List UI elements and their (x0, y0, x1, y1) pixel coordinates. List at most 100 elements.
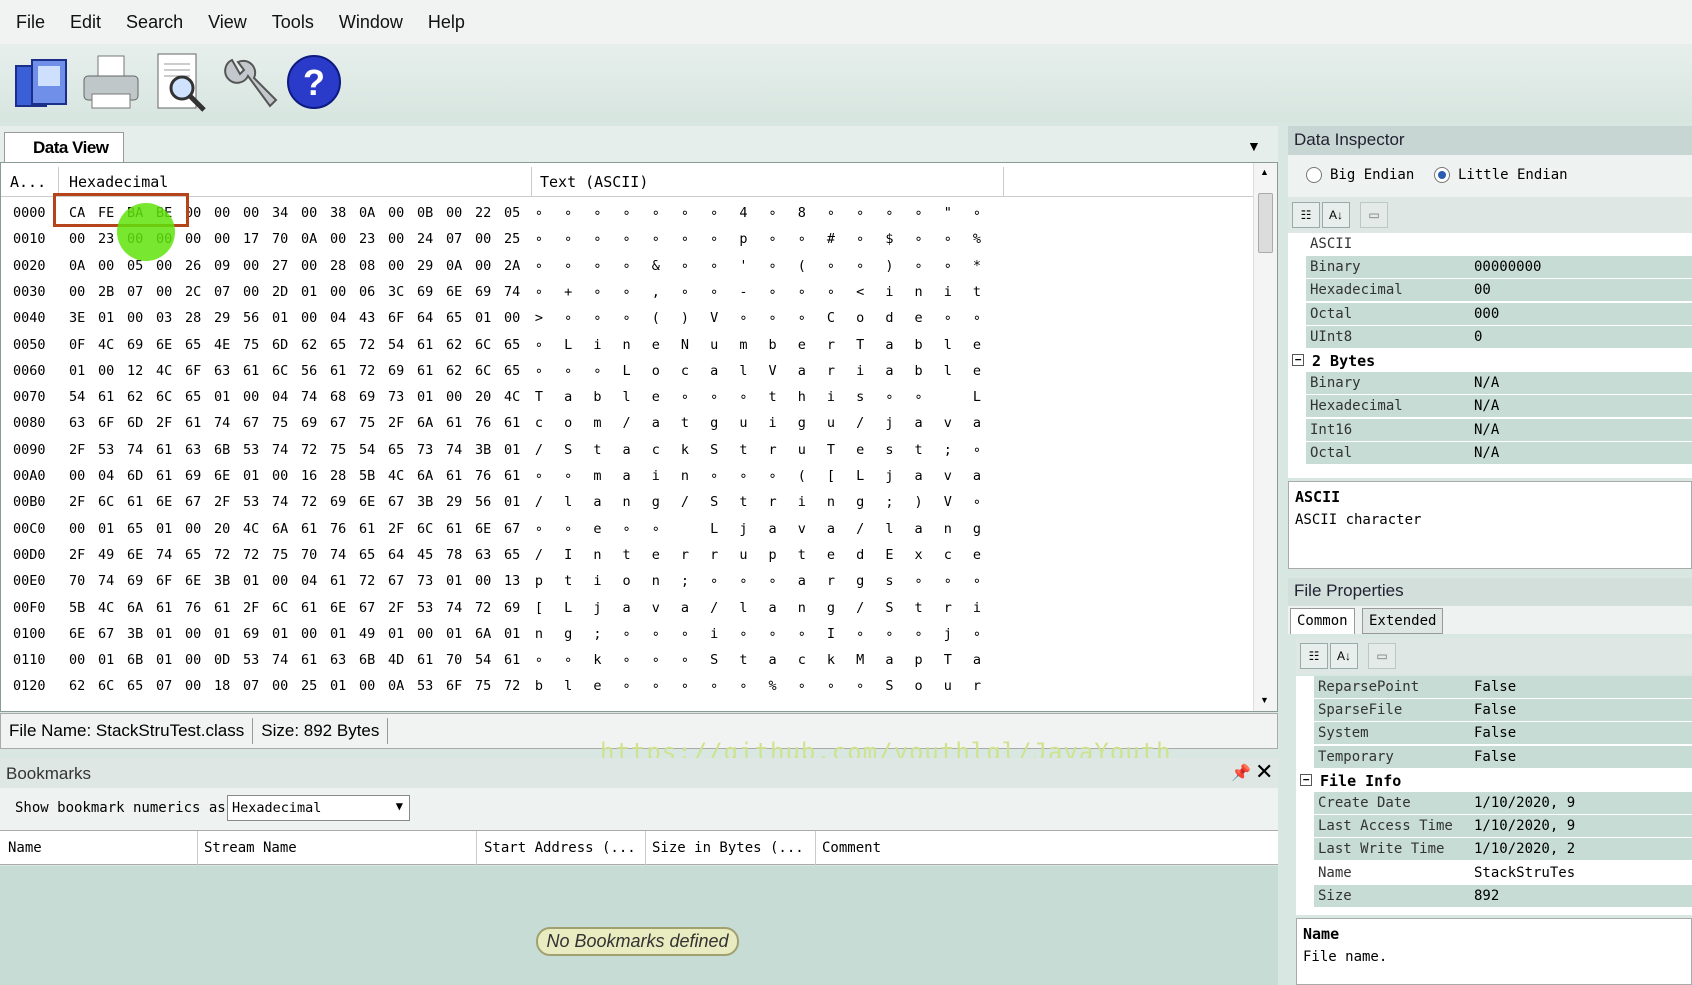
ascii-char[interactable]: 4 (729, 205, 757, 221)
property-row[interactable]: ASCII (1288, 233, 1692, 256)
hex-byte[interactable]: 01 (156, 626, 184, 642)
ascii-char[interactable]: ∘ (905, 389, 933, 405)
ascii-char[interactable]: b (759, 337, 787, 353)
hex-byte[interactable]: 00 (98, 363, 126, 379)
hex-byte[interactable]: 6E (475, 521, 503, 537)
hex-byte[interactable]: 6A (272, 521, 300, 537)
hex-byte[interactable]: 00 (475, 258, 503, 274)
hex-byte[interactable]: 6F (446, 678, 474, 694)
hex-byte[interactable]: 6C (475, 337, 503, 353)
hex-byte[interactable]: 5B (359, 468, 387, 484)
ascii-char[interactable]: L (700, 521, 728, 537)
ascii-char[interactable]: u (817, 415, 845, 431)
hex-byte[interactable]: 72 (475, 600, 503, 616)
ascii-char[interactable]: / (671, 494, 699, 510)
ascii-char[interactable]: p (759, 547, 787, 563)
ascii-char[interactable]: ∘ (554, 363, 582, 379)
ascii-char[interactable]: # (817, 231, 845, 247)
hex-byte[interactable]: 74 (330, 547, 358, 563)
hex-row[interactable]: 0050 0F 4C 69 6E 65 4E 75 6D 62 65 72 54 61 62 6C 65 ∘ Li n… (1, 333, 1253, 359)
hex-byte[interactable]: 01 (301, 284, 329, 300)
ascii-char[interactable]: ; (934, 442, 962, 458)
ascii-char[interactable]: V (759, 363, 787, 379)
hex-byte[interactable]: 72 (359, 573, 387, 589)
ascii-char[interactable]: t (905, 442, 933, 458)
hex-byte[interactable]: 03 (156, 310, 184, 326)
hex-byte[interactable]: 00 (69, 652, 97, 668)
hex-byte[interactable]: 73 (417, 573, 445, 589)
sort-alpha-icon[interactable]: A↓ (1330, 643, 1358, 669)
hex-byte[interactable]: 00 (243, 389, 271, 405)
hex-byte[interactable]: 61 (359, 521, 387, 537)
property-value[interactable]: N/A (1474, 398, 1499, 414)
hex-byte[interactable]: 0A (388, 678, 416, 694)
hex-byte[interactable]: 56 (475, 494, 503, 510)
tab-data-view[interactable]: Data View (4, 132, 124, 162)
ascii-char[interactable]: a (875, 652, 903, 668)
ascii-char[interactable]: o (554, 415, 582, 431)
ascii-char[interactable]: ∘ (525, 652, 553, 668)
ascii-char[interactable]: ' (729, 258, 757, 274)
hex-byte[interactable]: 01 (330, 626, 358, 642)
ascii-char[interactable]: j (875, 415, 903, 431)
ascii-char[interactable]: L (554, 600, 582, 616)
ascii-char[interactable]: ∘ (700, 284, 728, 300)
hex-byte[interactable]: 67 (388, 573, 416, 589)
ascii-char[interactable]: m (729, 337, 757, 353)
hex-byte[interactable]: 54 (475, 652, 503, 668)
hex-byte[interactable]: 69 (388, 363, 416, 379)
ascii-char[interactable]: o (905, 678, 933, 694)
ascii-char[interactable]: ) (905, 494, 933, 510)
ascii-char[interactable]: ( (642, 310, 670, 326)
ascii-char[interactable]: r (817, 573, 845, 589)
hex-byte[interactable]: 28 (330, 468, 358, 484)
property-row[interactable]: Octal N/A (1288, 441, 1692, 465)
hex-byte[interactable]: 29 (446, 494, 474, 510)
property-row[interactable]: Create Date 1/10/2020, 9 (1296, 792, 1692, 815)
hex-byte[interactable]: 01 (446, 626, 474, 642)
scrollbar-thumb[interactable] (1258, 193, 1273, 253)
ascii-char[interactable]: C (817, 310, 845, 326)
hex-byte[interactable]: 07 (127, 284, 155, 300)
hex-byte[interactable]: 2F (388, 521, 416, 537)
hex-byte[interactable]: 6E (330, 600, 358, 616)
menu-view[interactable]: View (208, 12, 247, 33)
ascii-char[interactable]: t (729, 442, 757, 458)
hex-byte[interactable]: 6F (185, 363, 213, 379)
ascii-char[interactable]: / (700, 600, 728, 616)
ascii-char[interactable]: r (934, 600, 962, 616)
hex-byte[interactable]: 04 (301, 573, 329, 589)
hex-byte[interactable]: 69 (359, 389, 387, 405)
ascii-char[interactable]: ∘ (525, 521, 553, 537)
hex-byte[interactable]: 00 (98, 258, 126, 274)
hex-byte[interactable]: 65 (185, 389, 213, 405)
ascii-char[interactable]: ∘ (554, 652, 582, 668)
ascii-char[interactable]: ∘ (729, 310, 757, 326)
ascii-char[interactable]: ∘ (846, 626, 874, 642)
hex-byte[interactable]: 61 (98, 389, 126, 405)
hex-byte[interactable]: 6E (69, 626, 97, 642)
hex-byte[interactable]: 6B (359, 652, 387, 668)
hex-byte[interactable]: 75 (330, 442, 358, 458)
hex-byte[interactable]: 74 (446, 600, 474, 616)
hex-row[interactable]: 0070 54 61 62 6C 65 01 00 04 74 68 69 73 01 00 20 4C Ta b l… (1, 385, 1253, 411)
chevron-down-icon[interactable]: ▼ (1247, 138, 1261, 154)
property-value[interactable]: N/A (1474, 422, 1499, 438)
ascii-char[interactable]: ∘ (525, 363, 553, 379)
hex-byte[interactable]: 4C (243, 521, 271, 537)
column-text-ascii[interactable]: Text (ASCII) (540, 173, 648, 191)
hex-byte[interactable]: 61 (214, 600, 242, 616)
ascii-char[interactable]: k (671, 442, 699, 458)
ascii-char[interactable]: c (934, 547, 962, 563)
hex-byte[interactable]: 00 (69, 284, 97, 300)
hex-row[interactable]: 0080 63 6F 6D 2F 61 74 67 75 69 67 75 2F 6A 61 76 61 c o m /… (1, 411, 1253, 437)
hex-byte[interactable]: 61 (417, 337, 445, 353)
hex-row[interactable]: 0060 01 00 12 4C 6F 63 61 6C 56 61 72 69 61 62 6C 65 ∘ ∘ ∘ L… (1, 359, 1253, 385)
bookmark-numerics-select[interactable]: Hexadecimal ▼ (227, 795, 410, 821)
ascii-char[interactable]: ∘ (671, 389, 699, 405)
ascii-char[interactable]: S (700, 652, 728, 668)
ascii-char[interactable]: ) (671, 310, 699, 326)
ascii-char[interactable]: ∘ (963, 626, 991, 642)
ascii-char[interactable]: ; (583, 626, 611, 642)
hex-byte[interactable]: 00 (185, 678, 213, 694)
